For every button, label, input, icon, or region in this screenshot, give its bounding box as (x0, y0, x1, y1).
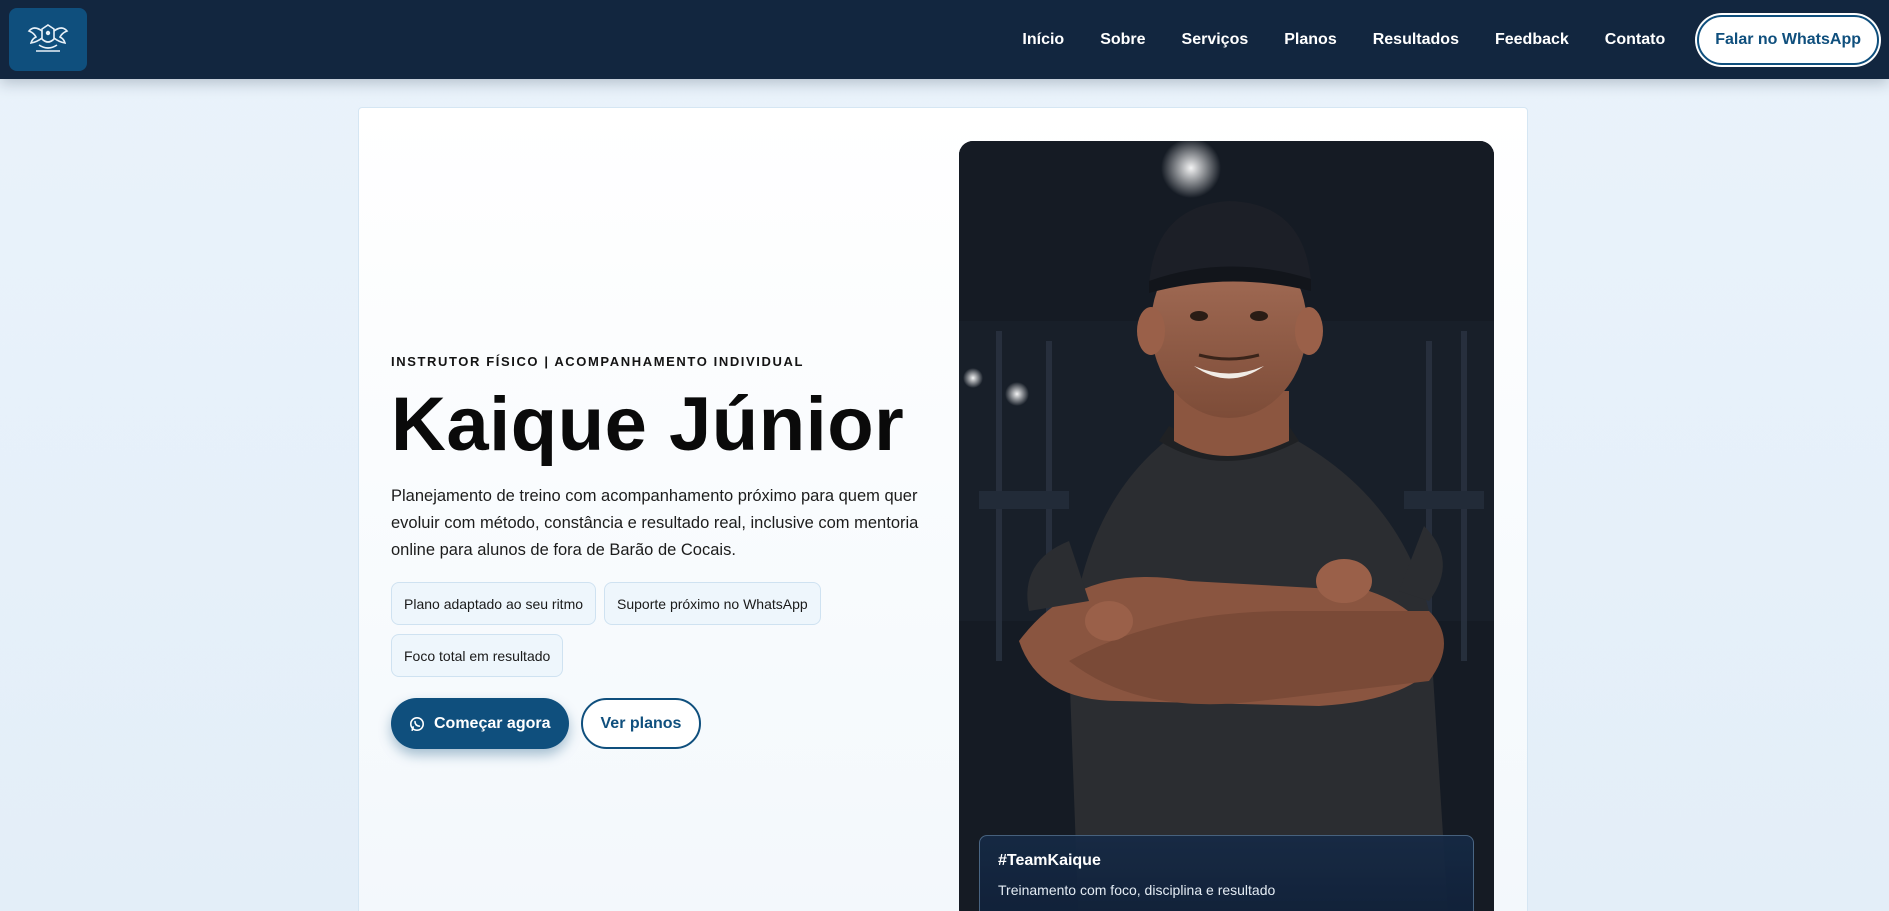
hero-content: INSTRUTOR FÍSICO | ACOMPANHAMENTO INDIVI… (391, 354, 931, 749)
hero-tag: Plano adaptado ao seu ritmo (391, 582, 597, 625)
start-now-label: Começar agora (434, 714, 551, 732)
hero-description: Planejamento de treino com acompanhament… (391, 487, 919, 559)
hero-actions: Começar agora Ver planos (391, 698, 931, 749)
start-now-button[interactable]: Começar agora (391, 698, 569, 749)
nav-link-resultados[interactable]: Resultados (1373, 31, 1459, 49)
nav-link-sobre[interactable]: Sobre (1100, 31, 1145, 49)
nav-link-planos[interactable]: Planos (1284, 31, 1336, 49)
caption-text: Treinamento com foco, disciplina e resul… (998, 882, 1276, 898)
brand-logo[interactable] (9, 8, 87, 71)
hero-title: Kaique Júnior (391, 382, 905, 467)
caption-title: #TeamKaique (998, 852, 1101, 869)
whatsapp-cta-button[interactable]: Falar no WhatsApp (1697, 14, 1879, 65)
main-nav: Início Sobre Serviços Planos Resultados … (1022, 0, 1879, 79)
whatsapp-icon (409, 716, 425, 732)
hero-tags: Plano adaptado ao seu ritmo Suporte próx… (391, 582, 871, 686)
nav-link-feedback[interactable]: Feedback (1495, 31, 1569, 49)
trainer-photo: #TeamKaique Treinamento com foco, discip… (959, 141, 1494, 911)
photo-caption: #TeamKaique Treinamento com foco, discip… (979, 835, 1474, 911)
nav-link-servicos[interactable]: Serviços (1182, 31, 1249, 49)
hero-eyebrow: INSTRUTOR FÍSICO | ACOMPANHAMENTO INDIVI… (391, 354, 805, 369)
nav-link-inicio[interactable]: Início (1022, 31, 1064, 49)
see-plans-button[interactable]: Ver planos (580, 698, 702, 749)
nav-link-contato[interactable]: Contato (1605, 31, 1665, 49)
hero-tag: Foco total em resultado (391, 634, 564, 677)
hero-tag: Suporte próximo no WhatsApp (604, 582, 821, 625)
top-navbar: Início Sobre Serviços Planos Resultados … (0, 0, 1889, 79)
crest-logo-icon (27, 23, 69, 52)
trainer-portrait-image (959, 141, 1494, 911)
hero-section: INSTRUTOR FÍSICO | ACOMPANHAMENTO INDIVI… (358, 107, 1528, 911)
